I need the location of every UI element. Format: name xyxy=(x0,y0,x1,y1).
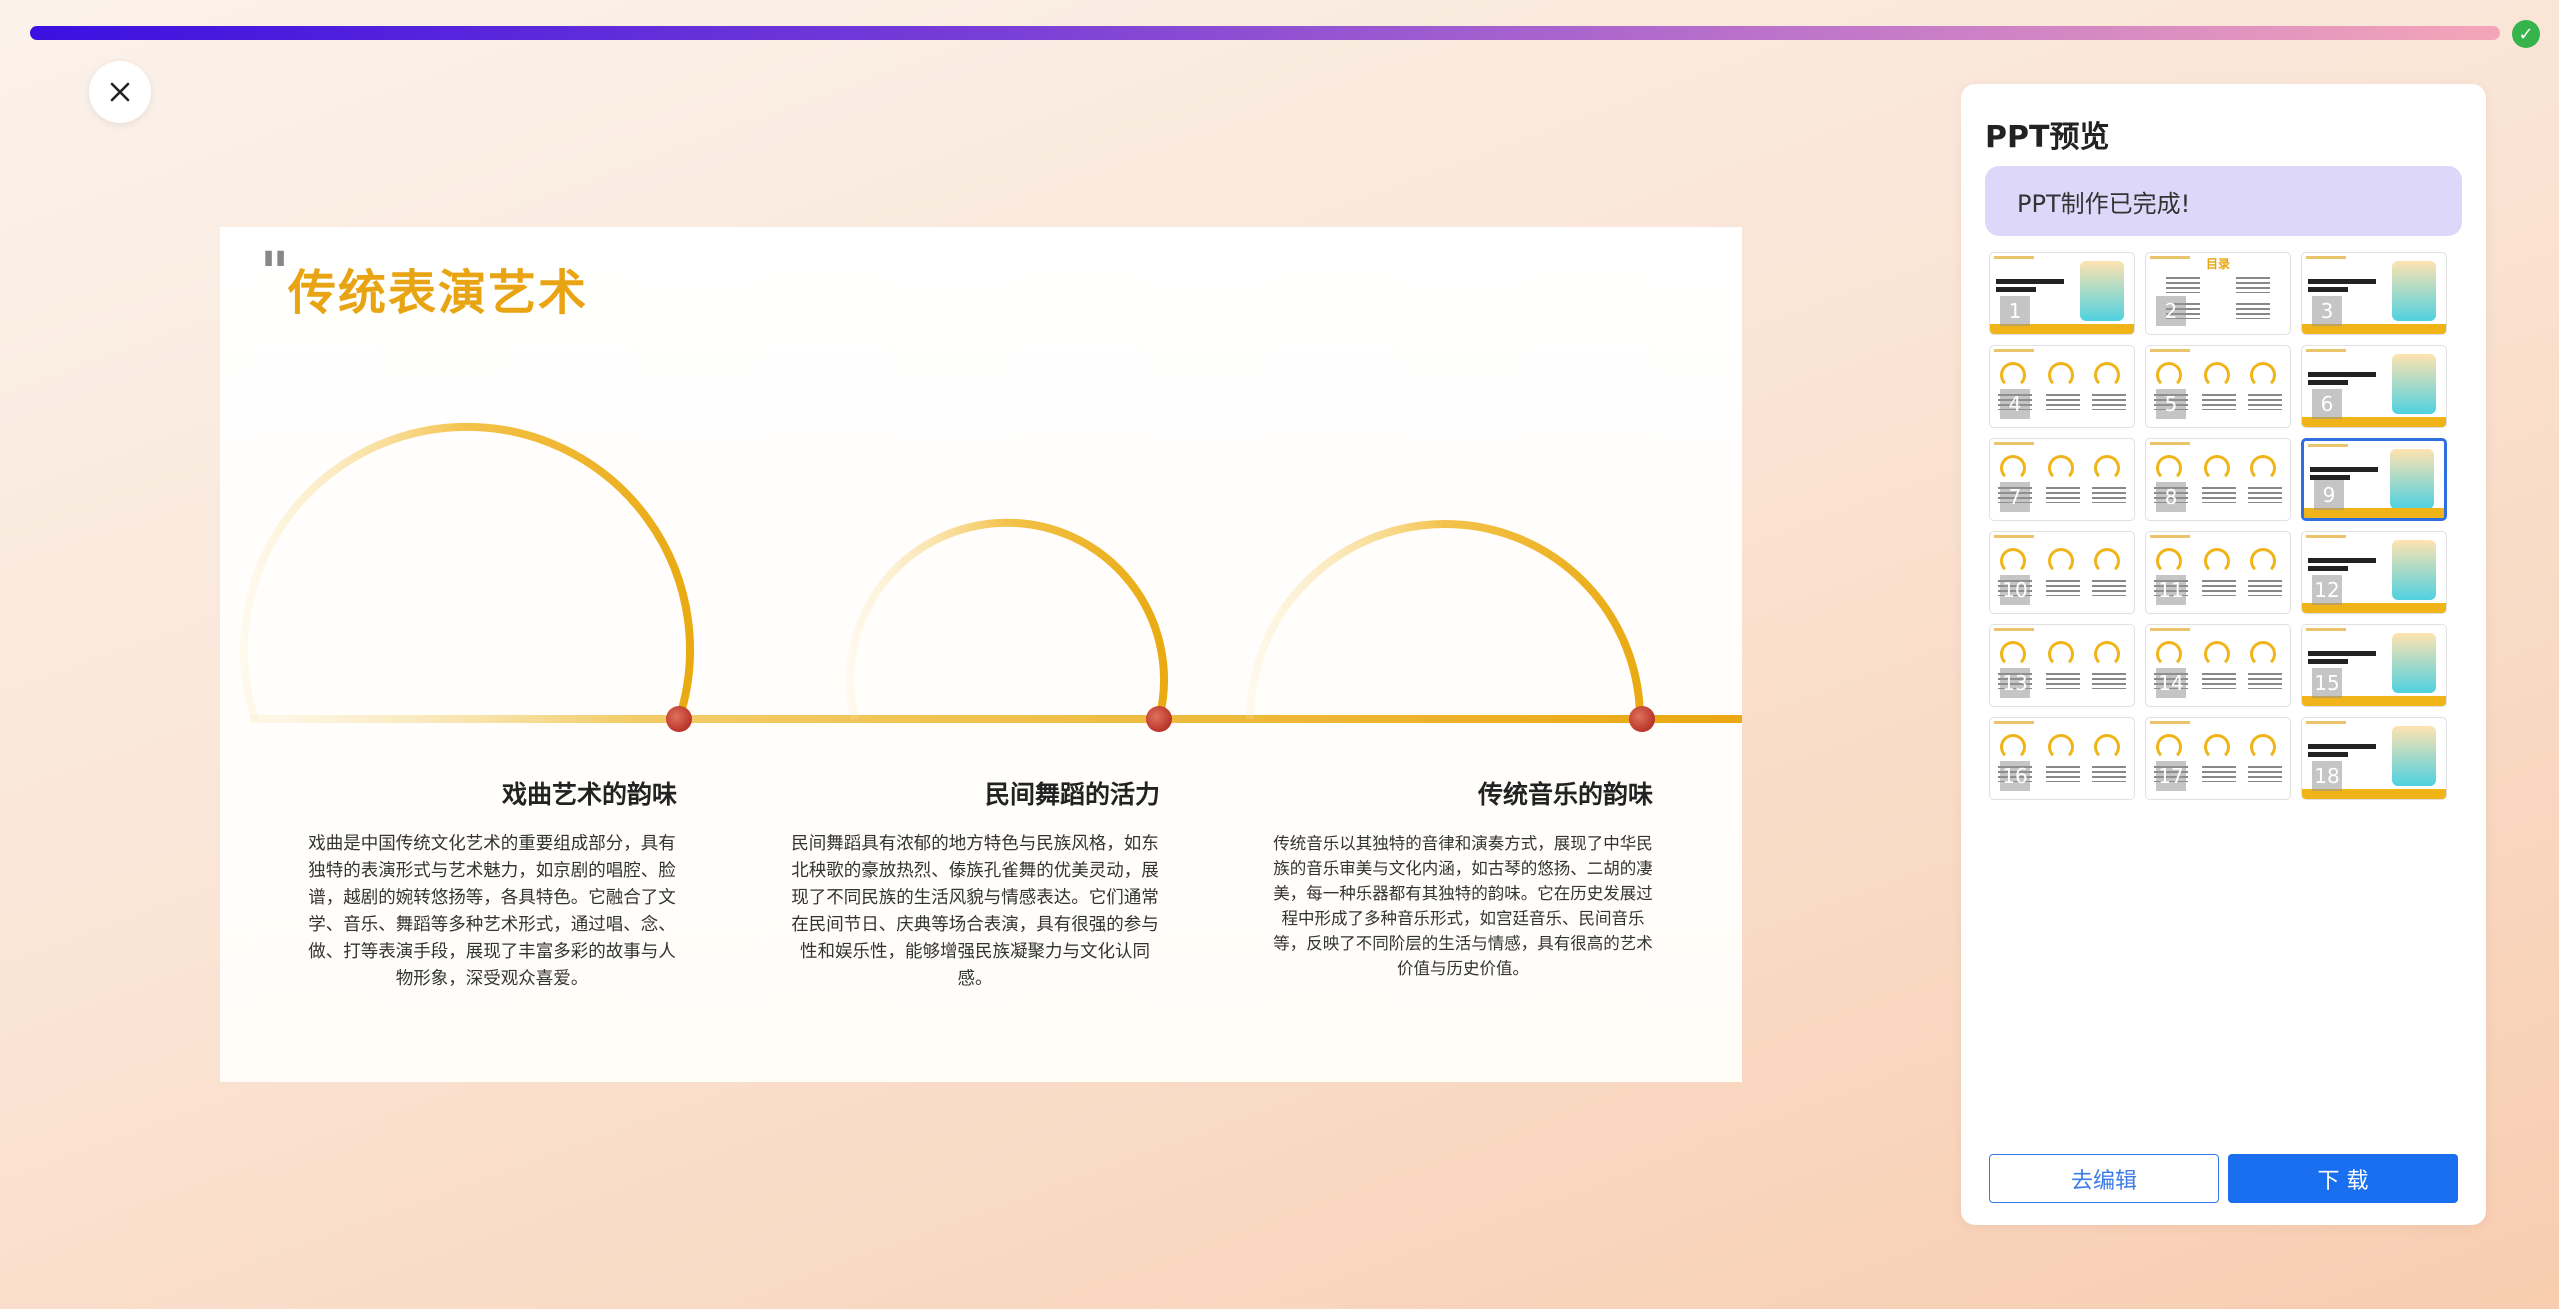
timeline-arc-2 xyxy=(846,518,1168,720)
column-heading: 民间舞蹈的活力 xyxy=(984,780,1160,809)
timeline-line xyxy=(250,715,1742,723)
column-1: 戏曲艺术的韵味 戏曲是中国传统文化艺术的重要组成部分，具有独特的表演形式与艺术魅… xyxy=(307,775,677,993)
column-body: 戏曲是中国传统文化艺术的重要组成部分，具有独特的表演形式与艺术魅力，如京剧的唱腔… xyxy=(308,834,676,989)
thumbnail-number: 18 xyxy=(2312,761,2342,791)
thumbnail-number: 4 xyxy=(2000,389,2030,419)
slide-thumbnail[interactable]: 15 xyxy=(2301,624,2447,707)
column-body: 民间舞蹈具有浓郁的地方特色与民族风格，如东北秧歌的豪放热烈、傣族孔雀舞的优美灵动… xyxy=(791,834,1159,989)
column-heading: 戏曲艺术的韵味 xyxy=(501,780,677,809)
slide-thumbnail[interactable]: 3 xyxy=(2301,252,2447,335)
slide-preview: " 传统表演艺术 戏曲艺术的韵味 戏曲是中国传统文化艺术的重要组成部分，具有独特… xyxy=(220,227,1742,1082)
thumbnail-number: 7 xyxy=(2000,482,2030,512)
slide-thumbnail[interactable]: 16 xyxy=(1989,717,2135,800)
thumbnail-number: 15 xyxy=(2312,668,2342,698)
slide-thumbnail[interactable]: 7 xyxy=(1989,438,2135,521)
slide-thumbnail[interactable]: 13 xyxy=(1989,624,2135,707)
progress-bar-fill xyxy=(30,26,2500,40)
slide-thumbnail[interactable]: 9 xyxy=(2301,438,2447,521)
thumbnail-number: 11 xyxy=(2156,575,2186,605)
thumbnail-number: 16 xyxy=(2000,761,2030,791)
slide-thumbnail[interactable]: 5 xyxy=(2145,345,2291,428)
slide-thumbnail[interactable]: 12 xyxy=(2301,531,2447,614)
panel-title: PPT预览 xyxy=(1985,120,2110,155)
thumbnail-number: 10 xyxy=(2000,575,2030,605)
slide-thumbnail[interactable]: 8 xyxy=(2145,438,2291,521)
column-2: 民间舞蹈的活力 民间舞蹈具有浓郁的地方特色与民族风格，如东北秧歌的豪放热烈、傣族… xyxy=(790,775,1160,993)
slide-thumbnail[interactable]: 18 xyxy=(2301,717,2447,800)
thumbnail-number: 2 xyxy=(2156,296,2186,326)
slide-thumbnail[interactable]: 14 xyxy=(2145,624,2291,707)
edit-button[interactable]: 去编辑 xyxy=(1989,1154,2219,1203)
progress-bar xyxy=(30,26,2500,40)
column-heading: 传统音乐的韵味 xyxy=(1477,780,1653,809)
slide-thumbnail[interactable]: 1 xyxy=(1989,252,2135,335)
slide-thumbnail[interactable]: 10 xyxy=(1989,531,2135,614)
timeline-dot-3 xyxy=(1629,706,1655,732)
thumbnail-number: 13 xyxy=(2000,668,2030,698)
thumbnail-number: 5 xyxy=(2156,389,2186,419)
timeline-arc-3 xyxy=(1246,520,1644,720)
ppt-preview-panel: PPT预览 PPT制作已完成! 1 目录 2 3 4 5 6 7 8 9 10 11 12 13 14 15 1… xyxy=(1961,84,2486,1225)
thumbnail-number: 1 xyxy=(2000,296,2030,326)
thumbnail-number: 8 xyxy=(2156,482,2186,512)
check-icon: ✓ xyxy=(2512,20,2540,48)
toc-label: 目录 xyxy=(2205,257,2230,271)
download-button[interactable]: 下 载 xyxy=(2228,1154,2458,1203)
thumbnail-number: 3 xyxy=(2312,296,2342,326)
slide-thumbnail[interactable]: 17 xyxy=(2145,717,2291,800)
status-message: PPT制作已完成! xyxy=(1985,166,2462,236)
thumbnail-number: 9 xyxy=(2314,480,2344,510)
timeline-dot-1 xyxy=(666,706,692,732)
timeline-dot-2 xyxy=(1146,706,1172,732)
slide-thumbnail[interactable]: 6 xyxy=(2301,345,2447,428)
slide-thumbnail[interactable]: 4 xyxy=(1989,345,2135,428)
status-text: PPT制作已完成! xyxy=(2017,189,2191,218)
column-body: 传统音乐以其独特的音律和演奏方式，展现了中华民族的音乐审美与文化内涵，如古琴的悠… xyxy=(1273,834,1653,978)
slide-thumbnail[interactable]: 11 xyxy=(2145,531,2291,614)
thumbnail-grid: 1 目录 2 3 4 5 6 7 8 9 10 11 12 13 14 15 16 17 18 xyxy=(1989,252,2459,800)
thumbnail-number: 12 xyxy=(2312,575,2342,605)
thumbnail-number: 17 xyxy=(2156,761,2186,791)
column-3: 传统音乐的韵味 传统音乐以其独特的音律和演奏方式，展现了中华民族的音乐审美与文化… xyxy=(1273,775,1653,981)
slide-thumbnail[interactable]: 目录 2 xyxy=(2145,252,2291,335)
close-button[interactable] xyxy=(89,61,151,123)
timeline-arc-1 xyxy=(240,422,694,721)
thumbnail-number: 6 xyxy=(2312,389,2342,419)
close-icon xyxy=(110,82,130,102)
thumbnail-number: 14 xyxy=(2156,668,2186,698)
